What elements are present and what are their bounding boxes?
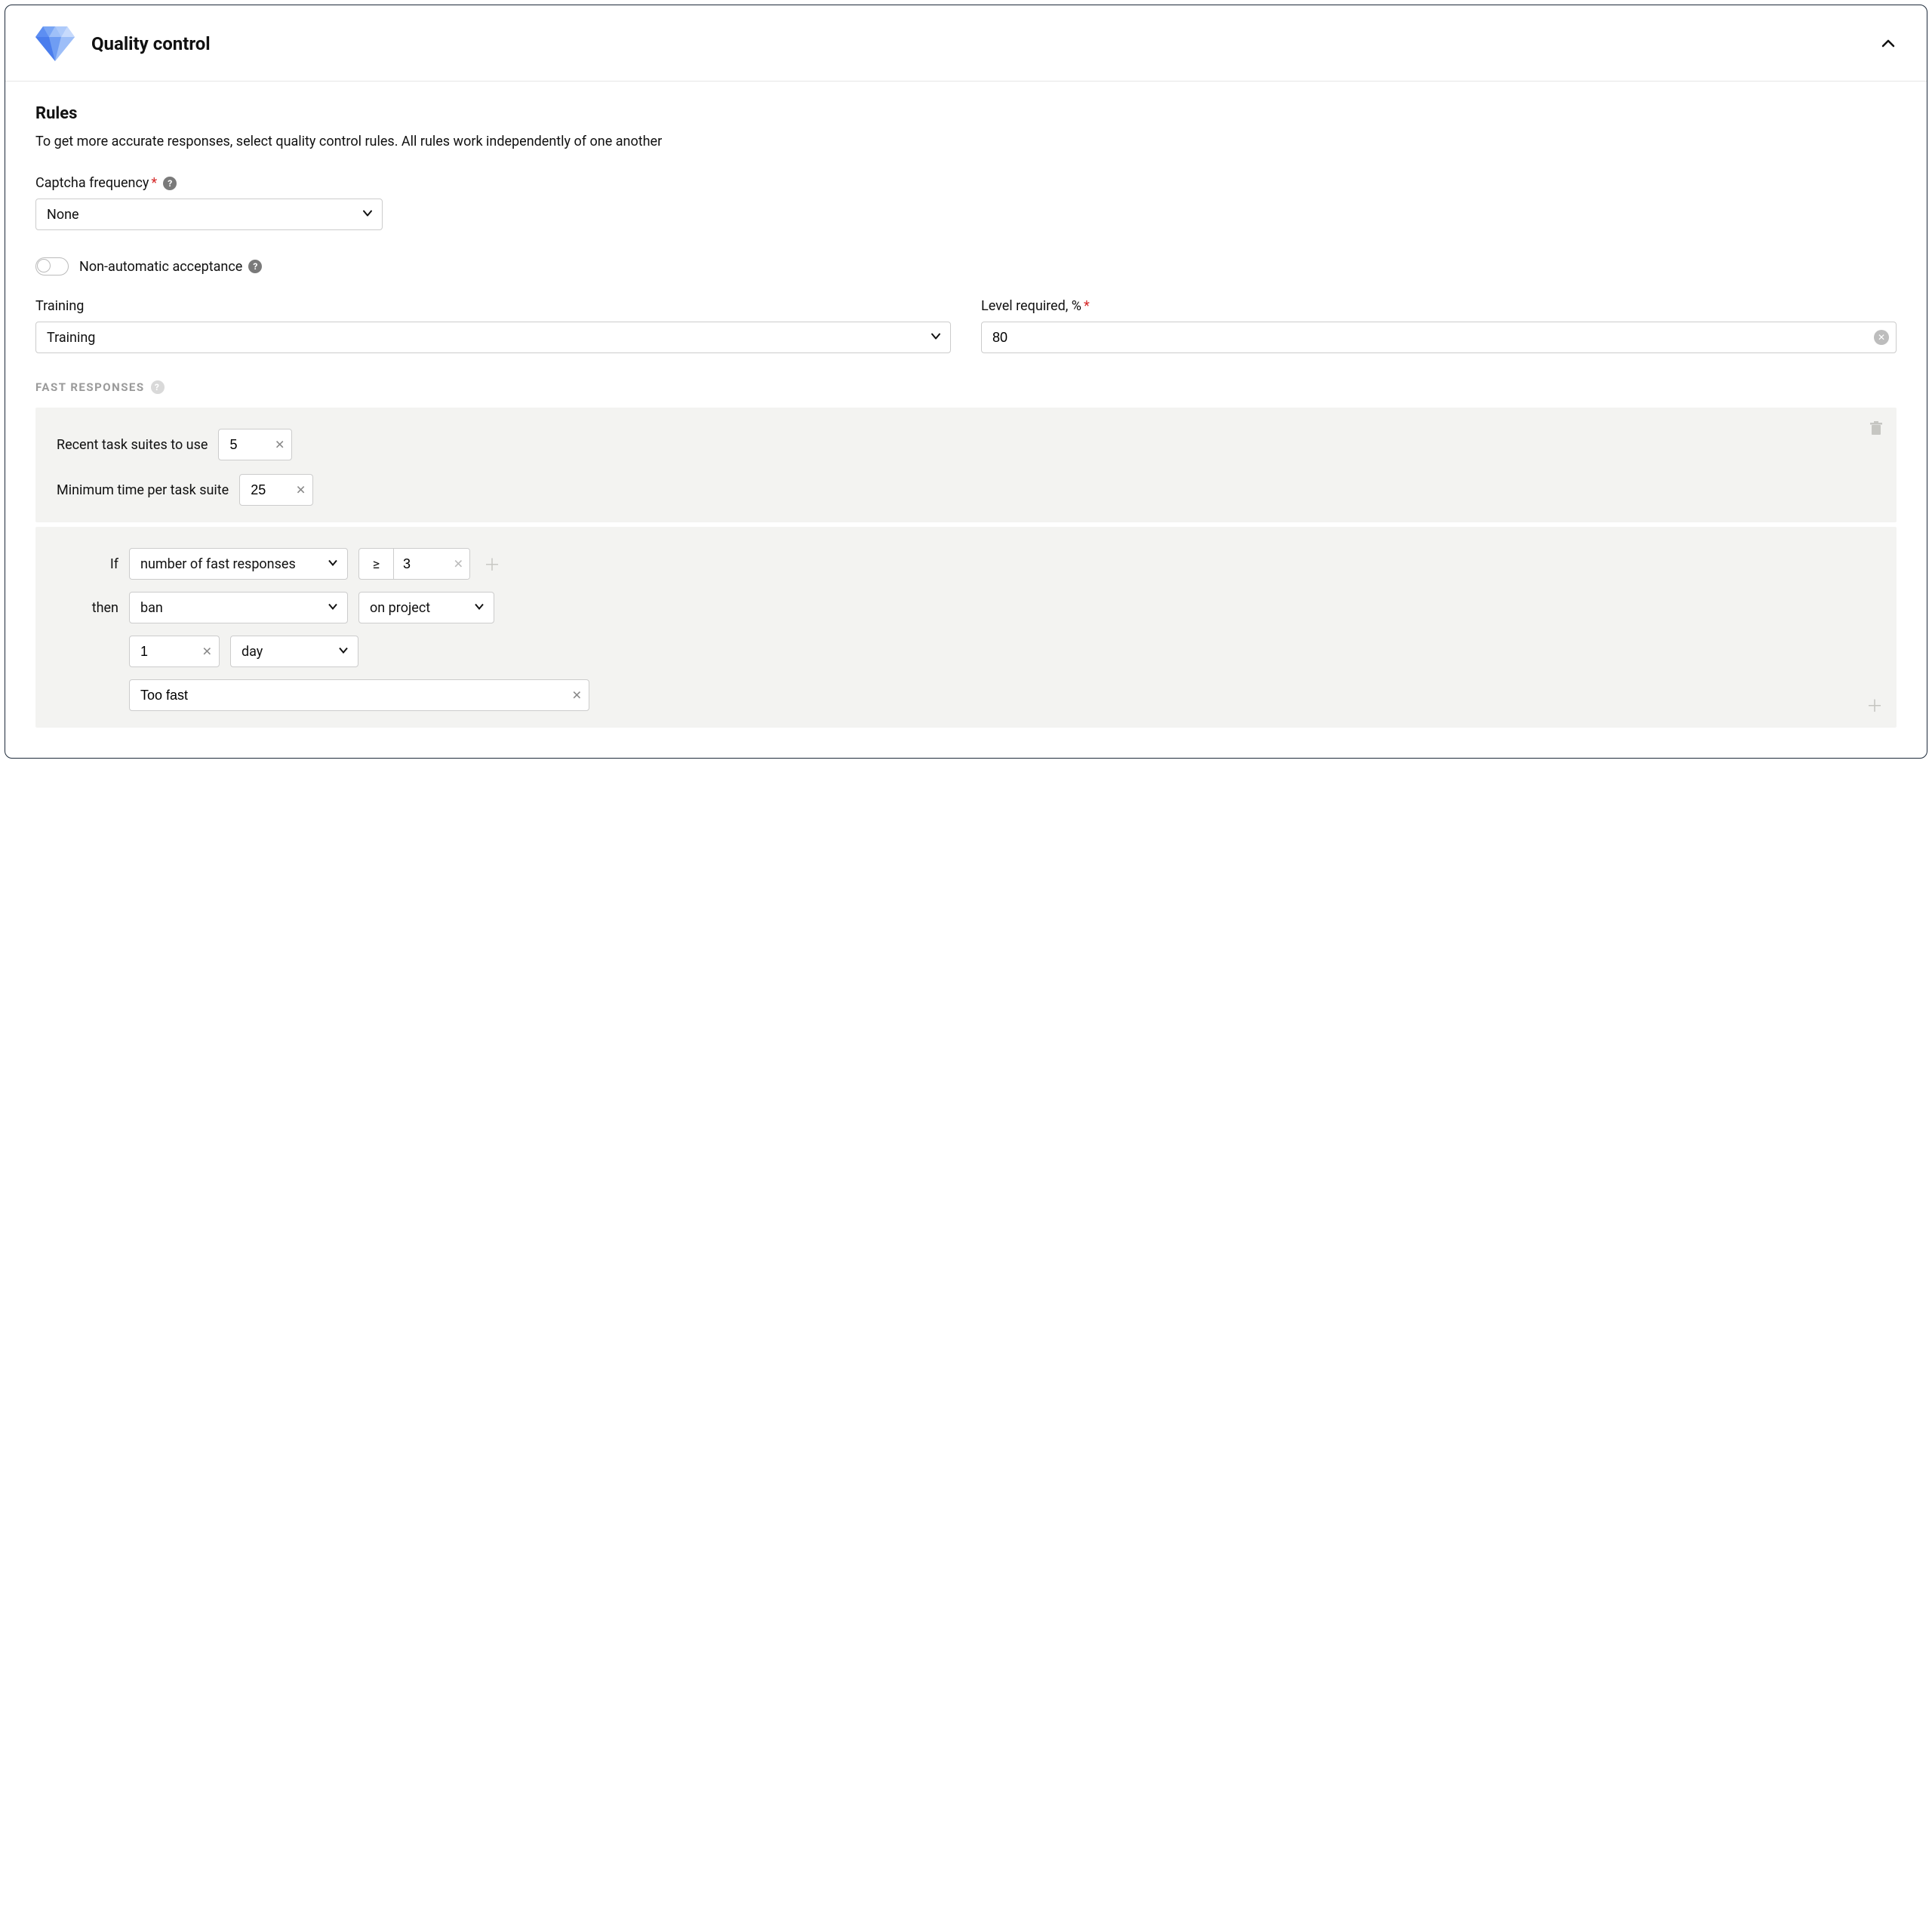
- captcha-label: Captcha frequency * ?: [35, 175, 1897, 191]
- level-col: Level required, % * ✕: [981, 298, 1897, 353]
- training-col: Training Training: [35, 298, 951, 353]
- if-label: If: [72, 556, 118, 572]
- panel-title: Quality control: [91, 33, 1880, 54]
- chevron-up-icon: [1881, 36, 1896, 51]
- reason-row: ✕: [129, 679, 1875, 711]
- chevron-down-icon: [328, 600, 338, 616]
- trash-icon: [1869, 421, 1883, 436]
- add-condition-button[interactable]: ＋: [484, 552, 500, 576]
- rules-desc: To get more accurate responses, select q…: [35, 134, 1897, 149]
- then-label: then: [72, 600, 118, 616]
- metric-select[interactable]: number of fast responses: [129, 548, 348, 580]
- chevron-down-icon: [338, 644, 349, 660]
- duration-unit-value: day: [242, 644, 263, 660]
- clear-icon[interactable]: ✕: [454, 557, 463, 571]
- rules-title: Rules: [35, 104, 1897, 123]
- action-select[interactable]: ban: [129, 592, 348, 623]
- training-select[interactable]: Training: [35, 322, 951, 353]
- panel-header[interactable]: Quality control: [5, 5, 1927, 82]
- recent-input-wrap: ✕: [218, 429, 292, 460]
- collapse-toggle[interactable]: [1880, 35, 1897, 52]
- duration-row: ✕ day: [129, 636, 1875, 667]
- help-icon[interactable]: ?: [163, 177, 177, 190]
- reason-input[interactable]: [129, 679, 589, 711]
- fast-params-box: Recent task suites to use ✕ Minimum time…: [35, 408, 1897, 522]
- nonauto-toggle[interactable]: [35, 257, 69, 276]
- reason-input-wrap: ✕: [129, 679, 589, 711]
- clear-icon[interactable]: ✕: [572, 688, 582, 703]
- duration-input-wrap: ✕: [129, 636, 220, 667]
- chevron-down-icon: [474, 600, 485, 616]
- add-action-button[interactable]: ＋: [1866, 693, 1883, 717]
- quality-control-panel: Quality control Rules To get more accura…: [5, 5, 1927, 759]
- fast-responses-header: FAST RESPONSES ?: [35, 380, 1897, 394]
- recent-label: Recent task suites to use: [57, 437, 208, 453]
- chevron-down-icon: [362, 207, 373, 223]
- panel-body: Rules To get more accurate responses, se…: [5, 82, 1927, 758]
- clear-icon[interactable]: ✕: [1874, 330, 1889, 345]
- chevron-down-icon: [931, 330, 941, 346]
- clear-icon[interactable]: ✕: [296, 483, 306, 497]
- nonauto-row: Non-automatic acceptance ?: [35, 257, 1897, 276]
- if-row: If number of fast responses ≥ ✕ ＋: [72, 548, 1875, 580]
- duration-unit-select[interactable]: day: [230, 636, 358, 667]
- nonauto-label-text: Non-automatic acceptance: [79, 259, 242, 275]
- recent-row: Recent task suites to use ✕: [57, 429, 1875, 460]
- scope-select-value: on project: [370, 600, 430, 616]
- mintime-row: Minimum time per task suite ✕: [57, 474, 1875, 506]
- level-input[interactable]: [981, 322, 1897, 353]
- clear-icon[interactable]: ✕: [275, 438, 285, 452]
- operator-group: ≥ ✕: [358, 548, 470, 580]
- action-select-value: ban: [140, 600, 163, 616]
- required-marker: *: [151, 175, 157, 191]
- scope-select[interactable]: on project: [358, 592, 494, 623]
- training-select-value: Training: [47, 330, 95, 346]
- training-row: Training Training Level required, % * ✕: [35, 298, 1897, 353]
- nonauto-label: Non-automatic acceptance ?: [79, 259, 262, 275]
- chevron-down-icon: [328, 556, 338, 572]
- help-icon[interactable]: ?: [151, 380, 165, 394]
- clear-icon[interactable]: ✕: [202, 645, 212, 659]
- captcha-select-value: None: [47, 207, 79, 223]
- level-input-wrap: ✕: [981, 322, 1897, 353]
- level-label: Level required, % *: [981, 298, 1897, 314]
- fast-condition-box: ＋ If number of fast responses ≥ ✕: [35, 527, 1897, 728]
- then-row: then ban on project: [72, 592, 1875, 623]
- training-label: Training: [35, 298, 951, 314]
- help-icon[interactable]: ?: [248, 260, 262, 273]
- captcha-label-text: Captcha frequency: [35, 175, 149, 191]
- operator-select[interactable]: ≥: [359, 549, 394, 579]
- mintime-label: Minimum time per task suite: [57, 482, 229, 498]
- required-marker: *: [1084, 298, 1090, 314]
- diamond-icon: [35, 26, 75, 61]
- delete-rule-button[interactable]: [1869, 421, 1883, 439]
- mintime-input-wrap: ✕: [239, 474, 313, 506]
- captcha-select[interactable]: None: [35, 199, 383, 230]
- metric-select-value: number of fast responses: [140, 556, 296, 572]
- level-label-text: Level required, %: [981, 298, 1081, 314]
- fast-responses-header-text: FAST RESPONSES: [35, 380, 145, 394]
